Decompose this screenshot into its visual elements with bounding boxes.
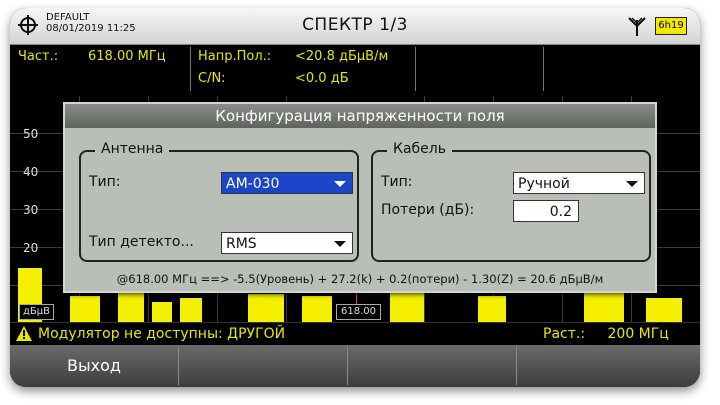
calculation-formula: @618.00 МГц ==> -5.5(Уровень) + 27.2(k) … (116, 272, 604, 286)
signal-channel (302, 296, 332, 322)
analyzer-screen: DEFAULT 08/01/2019 11:25 СПЕКТР 1/3 6h19… (10, 8, 700, 387)
span-value[interactable]: 200 МГц (608, 326, 669, 342)
signal-channel (646, 298, 682, 322)
span-label: Раст.: (543, 326, 586, 342)
divider (190, 47, 191, 91)
signal-channel (180, 298, 202, 322)
cn-value: <0.0 дБ (295, 71, 349, 86)
detector-type-label: Тип детекто... (89, 234, 194, 250)
signal-channel (118, 292, 144, 322)
battery-indicator: 6h19 (655, 17, 687, 35)
frequency-value[interactable]: 618.00 МГц (88, 49, 166, 64)
divider (415, 47, 416, 91)
divider (543, 47, 544, 91)
cable-loss-label: Потери (дБ): (381, 202, 475, 218)
antenna-type-select[interactable]: AM-030 (221, 172, 353, 194)
y-tick-label: 20 (23, 241, 39, 255)
span-info: Раст.: 200 МГц (543, 326, 669, 342)
cable-type-value: Ручной (518, 176, 570, 192)
antenna-signal-icon (628, 17, 646, 36)
softkey-2[interactable] (179, 347, 348, 385)
field-strength-label: Напр.Пол.: (198, 49, 272, 64)
antenna-type-value: AM-030 (226, 176, 280, 192)
exit-softkey[interactable]: Выход (10, 347, 179, 385)
warning-icon (16, 326, 32, 341)
field-strength-config-dialog: Конфигурация напряженности поля Антенна … (63, 102, 657, 293)
bottom-status-bar: Модулятор не доступны: ДРУГОЙ Раст.: 200… (10, 322, 700, 345)
cn-label: C/N: (198, 71, 226, 86)
softkey-3[interactable] (348, 347, 517, 385)
softkey-bar: Выход (10, 345, 700, 387)
frequency-label: Част.: (18, 49, 59, 64)
chevron-down-icon (626, 181, 638, 187)
cable-group: Кабель Тип: Ручной Потери (дБ): 0.2 (371, 141, 651, 262)
detector-type-select[interactable]: RMS (221, 232, 353, 254)
antenna-group: Антенна Тип: AM-030 Тип детекто... RMS (79, 141, 359, 262)
antenna-type-label: Тип: (89, 174, 121, 190)
y-tick-label: 50 (23, 127, 39, 141)
y-tick-label: 40 (23, 165, 39, 179)
signal-channel (70, 296, 100, 322)
cable-type-select[interactable]: Ручной (513, 172, 645, 194)
detector-type-value: RMS (226, 236, 257, 252)
cable-group-legend: Кабель (387, 141, 452, 157)
measurement-panel: Част.: 618.00 МГц Напр.Пол.: <20.8 дБµВ/… (10, 45, 700, 95)
cable-loss-input[interactable]: 0.2 (513, 200, 579, 222)
dialog-title: Конфигурация напряженности поля (65, 104, 655, 128)
top-status-bar: DEFAULT 08/01/2019 11:25 СПЕКТР 1/3 6h19 (10, 8, 700, 45)
antenna-group-legend: Антенна (95, 141, 170, 157)
y-unit-label: дБµВ (19, 304, 54, 320)
cable-type-label: Тип: (381, 174, 413, 190)
y-tick-label: 30 (23, 203, 39, 217)
device-screen-frame: DEFAULT 08/01/2019 11:25 СПЕКТР 1/3 6h19… (10, 8, 700, 387)
signal-channel (584, 290, 624, 322)
modulator-warning: Модулятор не доступны: ДРУГОЙ (38, 326, 286, 342)
marker-frequency-label: 618.00 (336, 304, 381, 320)
softkey-4[interactable] (517, 347, 699, 385)
chevron-down-icon (334, 181, 346, 187)
signal-channel (248, 294, 284, 322)
signal-channel (478, 296, 506, 322)
signal-channel (152, 302, 172, 322)
field-strength-value: <20.8 дБµВ/м (295, 49, 389, 64)
chevron-down-icon (334, 241, 346, 247)
page-title: СПЕКТР 1/3 (302, 15, 408, 35)
signal-channel (390, 292, 424, 322)
